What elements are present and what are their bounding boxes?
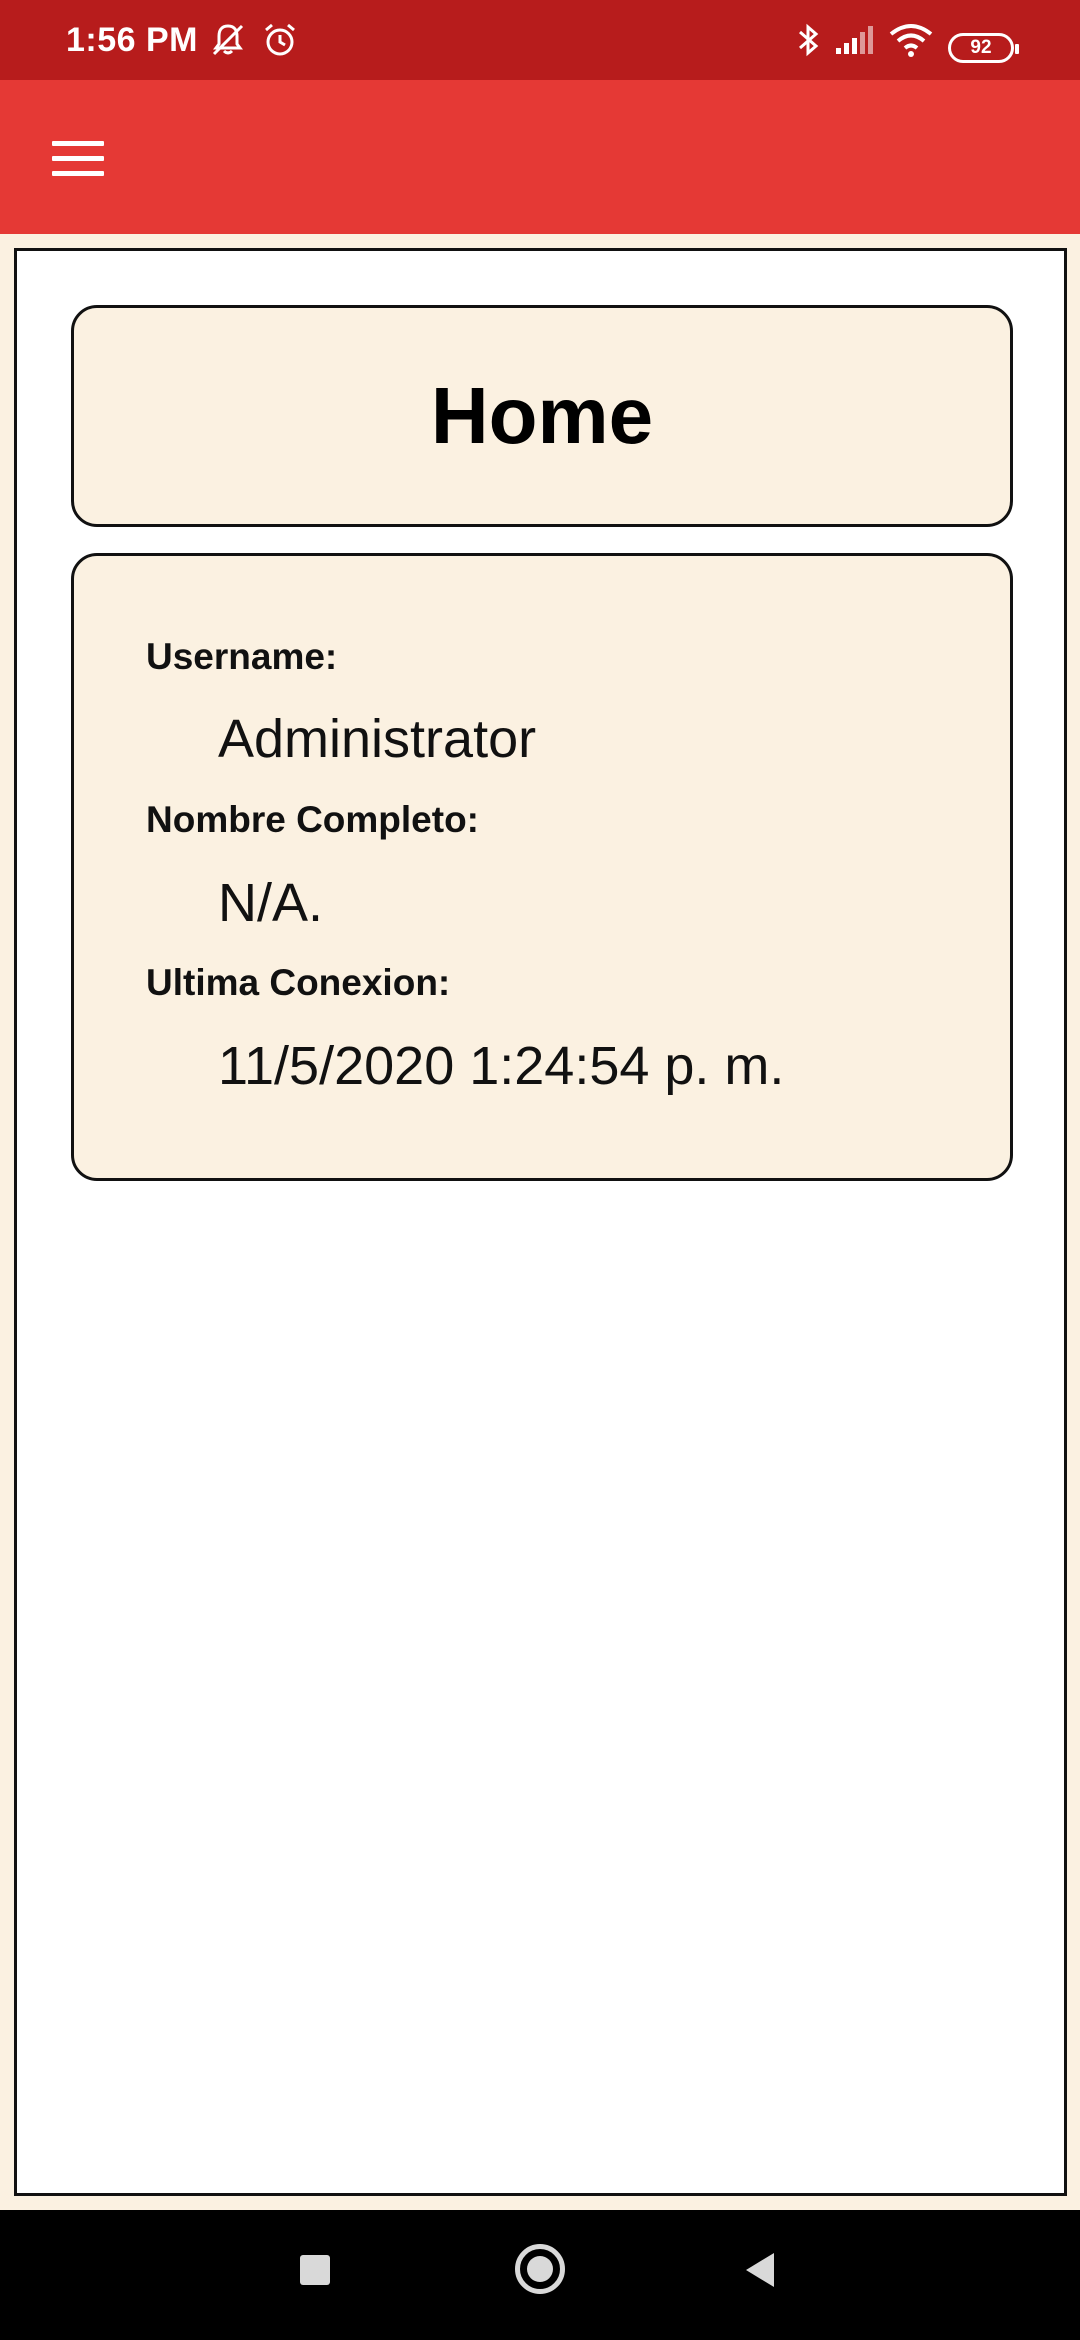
fullname-label: Nombre Completo: [146, 799, 479, 840]
signal-icon [836, 26, 873, 54]
mute-icon [212, 24, 244, 56]
wifi-icon [889, 24, 933, 57]
content-panel: Home Username: Administrator Nombre Comp… [14, 248, 1067, 2196]
username-label: Username: [146, 636, 338, 677]
navigation-bar [0, 2210, 1080, 2340]
page-title: Home [430, 371, 654, 460]
username-value: Administrator [218, 709, 537, 769]
recent-apps-icon[interactable] [300, 2255, 330, 2285]
hamburger-menu-icon[interactable] [40, 122, 116, 194]
last-connection-value: 11/5/2020 1:24:54 p. m. [218, 1036, 785, 1096]
app-bar [0, 80, 1080, 234]
status-time: 1:56 PM [66, 20, 198, 59]
last-connection-label: Ultima Conexion: [146, 962, 451, 1003]
back-icon[interactable] [742, 2250, 778, 2290]
battery-icon: 92 [948, 33, 1019, 63]
user-info-card: Username: Administrator Nombre Completo:… [71, 553, 1013, 1181]
status-bar: 1:56 PM 92 [0, 0, 1080, 80]
bluetooth-icon [799, 23, 819, 57]
home-icon[interactable] [515, 2244, 565, 2294]
fullname-value: N/A. [218, 873, 324, 933]
alarm-icon [265, 23, 295, 56]
title-card: Home [71, 305, 1013, 527]
